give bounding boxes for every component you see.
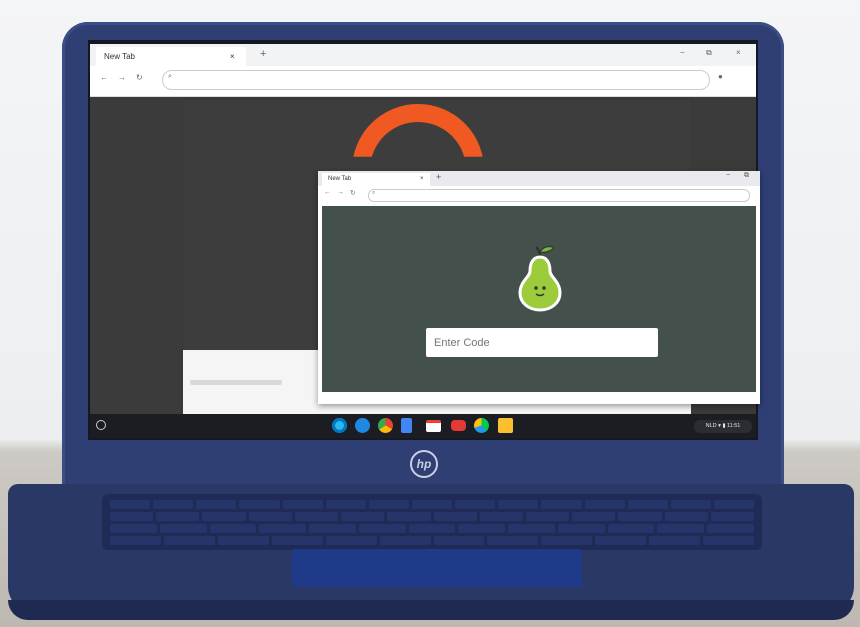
launcher-icon[interactable] <box>96 420 106 430</box>
files-icon[interactable] <box>355 418 370 433</box>
front-minimize-button[interactable]: − <box>726 172 730 179</box>
back-search-icon: ⌕ <box>168 73 172 80</box>
front-omnibox[interactable] <box>368 189 750 202</box>
back-minimize-button[interactable]: − <box>680 48 685 57</box>
back-tab-title: New Tab <box>104 52 135 61</box>
front-bottom-strip <box>318 392 760 404</box>
back-restore-button[interactable]: ⧉ <box>706 48 712 58</box>
back-close-button[interactable]: × <box>736 48 741 57</box>
enter-code-input[interactable] <box>426 328 658 357</box>
back-omnibox[interactable] <box>162 70 710 90</box>
front-back-icon[interactable]: ← <box>324 189 331 196</box>
trackpad <box>292 549 582 587</box>
back-new-tab-button[interactable]: + <box>260 48 266 60</box>
front-tab-title: New Tab <box>328 176 352 182</box>
status-tray[interactable]: NLD ▾ ▮ 11:51 <box>694 420 752 433</box>
back-back-icon[interactable]: ← <box>100 73 108 82</box>
front-browser-window: New Tab × + − ⧉ ← → ↻ ⌕ <box>318 171 760 404</box>
back-tab-close-icon[interactable]: × <box>230 47 235 66</box>
front-search-icon: ⌕ <box>372 190 376 196</box>
hp-logo: hp <box>410 450 438 478</box>
chromeos-shelf <box>90 414 756 438</box>
laptop-base-edge <box>8 600 854 620</box>
docs-icon[interactable] <box>401 418 412 433</box>
gmail-icon[interactable] <box>426 420 441 432</box>
chrome-browser-icon[interactable] <box>378 418 393 433</box>
front-restore-button[interactable]: ⧉ <box>744 172 749 180</box>
back-forward-icon[interactable]: → <box>118 73 126 82</box>
front-tab[interactable]: New Tab × <box>322 173 430 186</box>
back-reload-icon[interactable]: ↻ <box>136 73 143 82</box>
front-forward-icon[interactable]: → <box>337 189 344 196</box>
back-tab[interactable]: New Tab × <box>96 47 246 66</box>
back-placeholder-line <box>190 380 282 385</box>
play-store-icon[interactable] <box>474 418 489 433</box>
youtube-icon[interactable] <box>451 420 466 431</box>
keep-icon[interactable] <box>498 418 513 433</box>
back-account-icon[interactable]: ● <box>718 72 723 81</box>
keyboard-keys <box>110 500 755 548</box>
pear-icon <box>518 245 562 312</box>
chrome-icon[interactable] <box>332 418 347 433</box>
front-reload-icon[interactable]: ↻ <box>350 189 356 197</box>
back-left-panel <box>90 97 181 414</box>
front-new-tab-button[interactable]: + <box>436 172 441 182</box>
front-content <box>322 206 756 392</box>
front-tab-close-icon[interactable]: × <box>420 173 424 186</box>
